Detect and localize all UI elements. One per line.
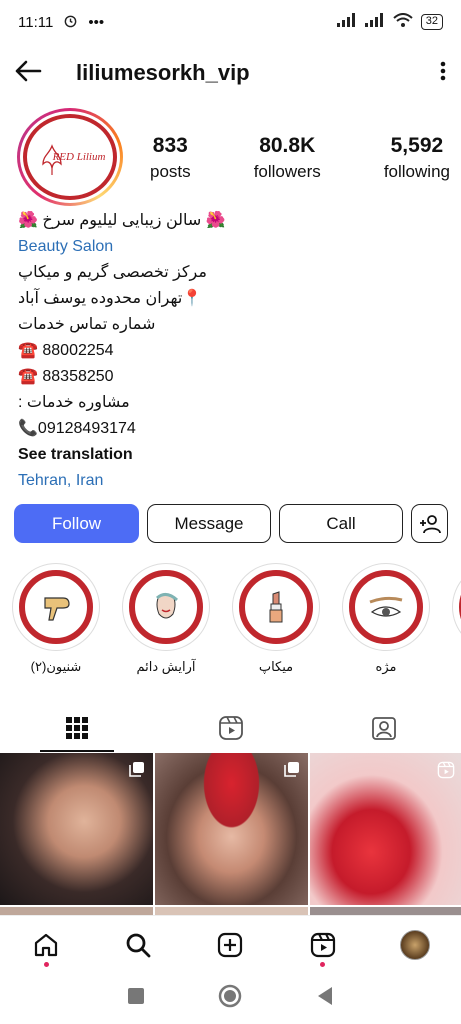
brand-logo: RED Lilium (23, 114, 117, 200)
home-icon (34, 933, 58, 956)
post-thumbnail[interactable] (0, 753, 153, 905)
bottom-navigation (0, 915, 461, 973)
alarm-icon (63, 13, 78, 32)
lily-flower-icon (42, 144, 62, 175)
profile-avatar-small (399, 929, 430, 960)
profile-bio: 🌺 سالن زیبایی لیلیوم سرخ 🌺 Beauty Salon … (18, 208, 443, 494)
profile-header: liliumesorkh_vip (0, 48, 461, 98)
back-triangle-icon[interactable] (316, 986, 334, 1011)
more-notifications-icon: ••• (88, 13, 105, 31)
reels-icon (310, 932, 335, 957)
multi-photo-icon (129, 761, 145, 782)
highlight-label: شنیون(۲) (30, 659, 82, 674)
stat-followers[interactable]: 80.8K followers (254, 134, 321, 182)
status-time: 11:11 (18, 13, 54, 31)
nav-reels[interactable] (293, 920, 353, 970)
stat-value: 833 (152, 134, 188, 157)
stat-value: 80.8K (259, 134, 316, 157)
message-button[interactable]: Message (147, 504, 271, 543)
stat-label: posts (150, 162, 191, 181)
bio-phone: 📞09128493174 (18, 420, 136, 437)
wifi-icon (393, 12, 413, 32)
profile-stats: 833 posts 80.8K followers 5,592 followin… (150, 134, 450, 182)
highlight-item[interactable]: مژه (340, 563, 432, 675)
nav-profile[interactable] (385, 920, 445, 970)
recents-icon[interactable] (127, 987, 145, 1010)
battery-icon: 32 (420, 14, 443, 30)
lipstick-icon (269, 591, 283, 623)
bio-line: مشاوره خدمات : (18, 394, 130, 411)
suggested-users-button[interactable] (411, 504, 448, 543)
bio-category[interactable]: Beauty Salon (18, 234, 443, 260)
profile-avatar[interactable]: RED Lilium (17, 108, 123, 206)
create-post-icon (218, 932, 243, 957)
tab-posts-grid[interactable] (0, 704, 154, 752)
highlight-label: مژه (375, 659, 397, 674)
stat-value: 5,592 (390, 134, 444, 157)
stat-following[interactable]: 5,592 following (384, 134, 450, 182)
bio-line: مرکز تخصصی گریم و میکاپ (18, 264, 207, 281)
system-navigation (0, 973, 461, 1024)
more-options-icon[interactable] (439, 60, 447, 87)
stat-posts[interactable]: 833 posts (150, 134, 191, 182)
bio-phone: ☎️ 88358250 (18, 368, 114, 385)
reels-icon (218, 716, 243, 740)
highlight-item[interactable] (450, 563, 461, 651)
profile-tabs (0, 704, 461, 752)
back-arrow-icon[interactable] (14, 60, 42, 87)
profile-actions: Follow Message Call (14, 504, 448, 543)
bio-name: 🌺 سالن زیبایی لیلیوم سرخ 🌺 (18, 212, 226, 229)
profile-summary: RED Lilium 833 posts 80.8K followers 5,5… (0, 108, 461, 208)
nav-home[interactable] (16, 920, 76, 970)
search-icon (126, 933, 151, 957)
highlight-label: آرایش دائم (136, 659, 196, 674)
tab-reels[interactable] (154, 704, 308, 752)
bio-line: شماره تماس خدمات (18, 316, 156, 333)
highlight-item[interactable]: شنیون(۲) (10, 563, 102, 675)
tab-tagged[interactable] (307, 704, 461, 752)
see-translation-link[interactable]: See translation (18, 442, 443, 468)
profile-username: liliumesorkh_vip (76, 60, 250, 85)
notification-dot (43, 961, 49, 967)
eye-icon (369, 596, 403, 617)
story-highlights: شنیون(۲) آرایش دائم میکاپ مژه (0, 563, 461, 683)
bio-location[interactable]: Tehran, Iran (18, 468, 443, 494)
follow-button[interactable]: Follow (14, 504, 139, 543)
nav-create[interactable] (200, 920, 260, 970)
tagged-user-icon (372, 717, 397, 740)
post-thumbnail[interactable] (155, 753, 308, 905)
face-icon (156, 593, 179, 619)
stat-label: following (383, 162, 450, 181)
signal-icon (336, 13, 357, 31)
bio-line: 📍تهران محدوده یوسف آباد (18, 290, 203, 307)
highlight-item[interactable]: آرایش دائم (120, 563, 212, 675)
highlight-item[interactable]: میکاپ (230, 563, 322, 675)
add-user-icon (419, 514, 441, 533)
home-circle-icon[interactable] (218, 984, 242, 1013)
posts-grid (0, 753, 461, 917)
nav-search[interactable] (108, 920, 168, 970)
hair-dryer-icon (44, 597, 70, 621)
reel-icon (437, 761, 455, 784)
bio-phone: ☎️ 88002254 (18, 342, 114, 359)
highlight-label: میکاپ (258, 659, 294, 674)
stat-label: followers (253, 162, 321, 181)
call-button[interactable]: Call (279, 504, 403, 543)
signal-icon-2 (364, 13, 385, 31)
status-bar: 11:11 ••• 32 (0, 0, 461, 44)
grid-icon (65, 717, 88, 739)
notification-dot (320, 961, 326, 967)
multi-photo-icon (284, 761, 300, 782)
post-thumbnail[interactable] (310, 753, 461, 905)
